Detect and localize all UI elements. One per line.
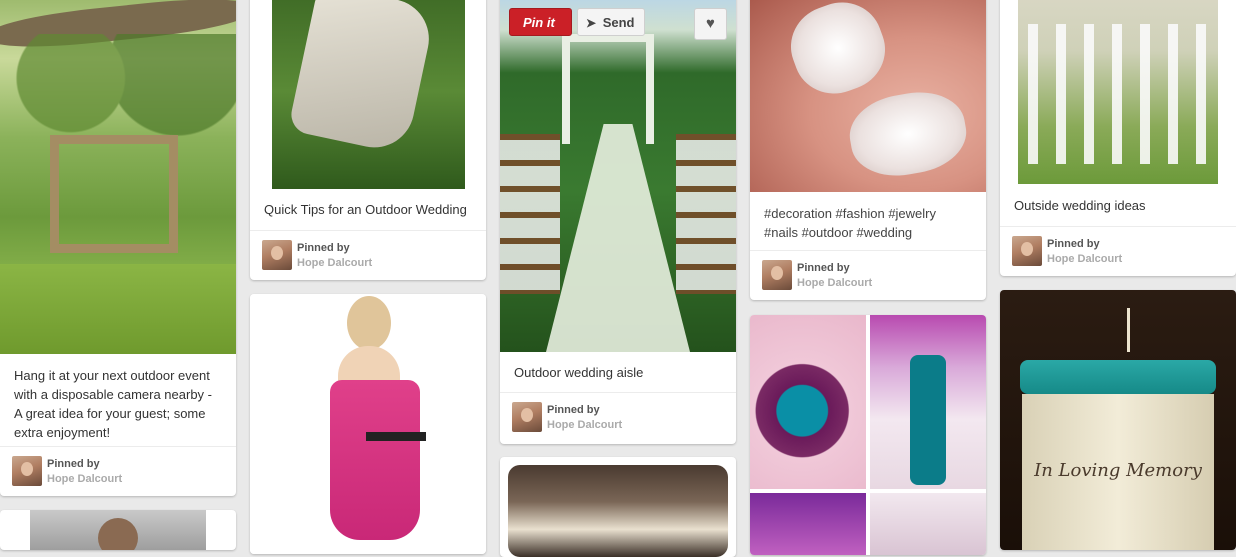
pinned-by-label: Pinned by xyxy=(797,262,850,274)
collage-tile-plate[interactable] xyxy=(750,315,866,489)
chair-rows xyxy=(1028,24,1208,164)
model-head xyxy=(347,296,391,350)
pin-card-fountain[interactable] xyxy=(500,457,736,557)
candle-wick xyxy=(1127,308,1130,352)
hanging-picture-frame xyxy=(50,135,178,253)
dress-belt xyxy=(366,432,426,441)
pinner-name[interactable]: Hope Dalcourt xyxy=(1047,253,1122,265)
pinner-name[interactable]: Hope Dalcourt xyxy=(547,419,622,431)
grass xyxy=(0,264,236,354)
pin-image-hanging-frame[interactable] xyxy=(0,0,236,354)
pin-description: Outside wedding ideas xyxy=(1014,198,1146,213)
user-avatar[interactable] xyxy=(12,456,42,486)
collage-tile-chair[interactable] xyxy=(870,315,986,489)
foliage xyxy=(0,34,236,144)
pin-card-candle[interactable]: In Loving Memory xyxy=(1000,290,1236,550)
pin-image-memorial-candle[interactable]: In Loving Memory xyxy=(1000,290,1236,550)
pin-card-frame[interactable]: Hang it at your next outdoor event with … xyxy=(0,0,236,496)
user-avatar[interactable] xyxy=(512,402,542,432)
divider xyxy=(250,230,486,231)
user-avatar[interactable] xyxy=(262,240,292,270)
pinner-name[interactable]: Hope Dalcourt xyxy=(797,277,872,289)
user-avatar[interactable] xyxy=(1012,236,1042,266)
pink-dress xyxy=(330,380,420,540)
pinned-by-label: Pinned by xyxy=(1047,238,1100,250)
pin-image-fountain[interactable] xyxy=(508,465,728,557)
pinner-name[interactable]: Hope Dalcourt xyxy=(297,257,372,269)
divider xyxy=(1000,226,1236,227)
pin-image-wedding-aisle[interactable] xyxy=(500,0,736,352)
send-icon: ➤ xyxy=(586,16,597,30)
collage-tile-table[interactable] xyxy=(750,493,866,555)
pin-it-button[interactable]: Pin it xyxy=(509,8,572,36)
pin-it-label: Pin it xyxy=(523,15,555,30)
pin-card-shoe[interactable]: Quick Tips for an Outdoor Wedding Pinned… xyxy=(250,0,486,280)
nail-2 xyxy=(843,84,973,184)
send-label: Send xyxy=(602,15,635,30)
candle-label: In Loving Memory xyxy=(1034,460,1202,481)
pin-card-portrait[interactable] xyxy=(0,510,236,550)
chairs-left xyxy=(500,134,560,294)
pin-card-peacock-collage[interactable] xyxy=(750,315,986,555)
user-avatar[interactable] xyxy=(762,260,792,290)
pin-description: #decoration #fashion #jewelry #nails #ou… xyxy=(764,206,936,240)
pin-card-aisle[interactable]: Pin it ➤ Send ♥ Outdoor wedding aisle Pi… xyxy=(500,0,736,444)
pin-image-portrait[interactable] xyxy=(30,510,206,550)
pinned-by-label: Pinned by xyxy=(297,242,350,254)
pinned-by-label: Pinned by xyxy=(547,404,600,416)
pin-image-white-chairs[interactable] xyxy=(1018,0,1218,184)
pin-card-pink-dress[interactable] xyxy=(250,294,486,554)
like-button[interactable]: ♥ xyxy=(694,8,727,40)
pin-image-pink-dress[interactable] xyxy=(250,294,486,554)
shoe xyxy=(287,0,437,155)
nail-1 xyxy=(779,0,897,106)
pinner-name[interactable]: Hope Dalcourt xyxy=(47,473,122,485)
divider xyxy=(750,250,986,251)
pin-image-shoe-grass[interactable] xyxy=(272,0,465,189)
pin-description: Outdoor wedding aisle xyxy=(514,365,644,380)
candle-lid xyxy=(1020,360,1216,394)
pinned-by-label: Pinned by xyxy=(47,458,100,470)
heart-icon: ♥ xyxy=(706,15,715,32)
pin-image-nails[interactable] xyxy=(750,0,986,192)
send-button[interactable]: ➤ Send xyxy=(577,8,645,36)
pin-description: Quick Tips for an Outdoor Wedding xyxy=(264,202,467,217)
collage-tile-place-card[interactable] xyxy=(870,493,986,555)
teal-sash xyxy=(910,355,946,485)
candle-jar: In Loving Memory xyxy=(1022,394,1214,550)
portrait-head xyxy=(98,518,138,550)
flower-aisle xyxy=(546,124,690,352)
pin-description: Hang it at your next outdoor event with … xyxy=(14,368,212,440)
chairs-right xyxy=(676,134,736,294)
flower-arch xyxy=(562,34,654,144)
pin-card-chairs[interactable]: Outside wedding ideas Pinned by Hope Dal… xyxy=(1000,0,1236,276)
pin-card-nails[interactable]: #decoration #fashion #jewelry #nails #ou… xyxy=(750,0,986,300)
divider xyxy=(500,392,736,393)
divider xyxy=(0,446,236,447)
